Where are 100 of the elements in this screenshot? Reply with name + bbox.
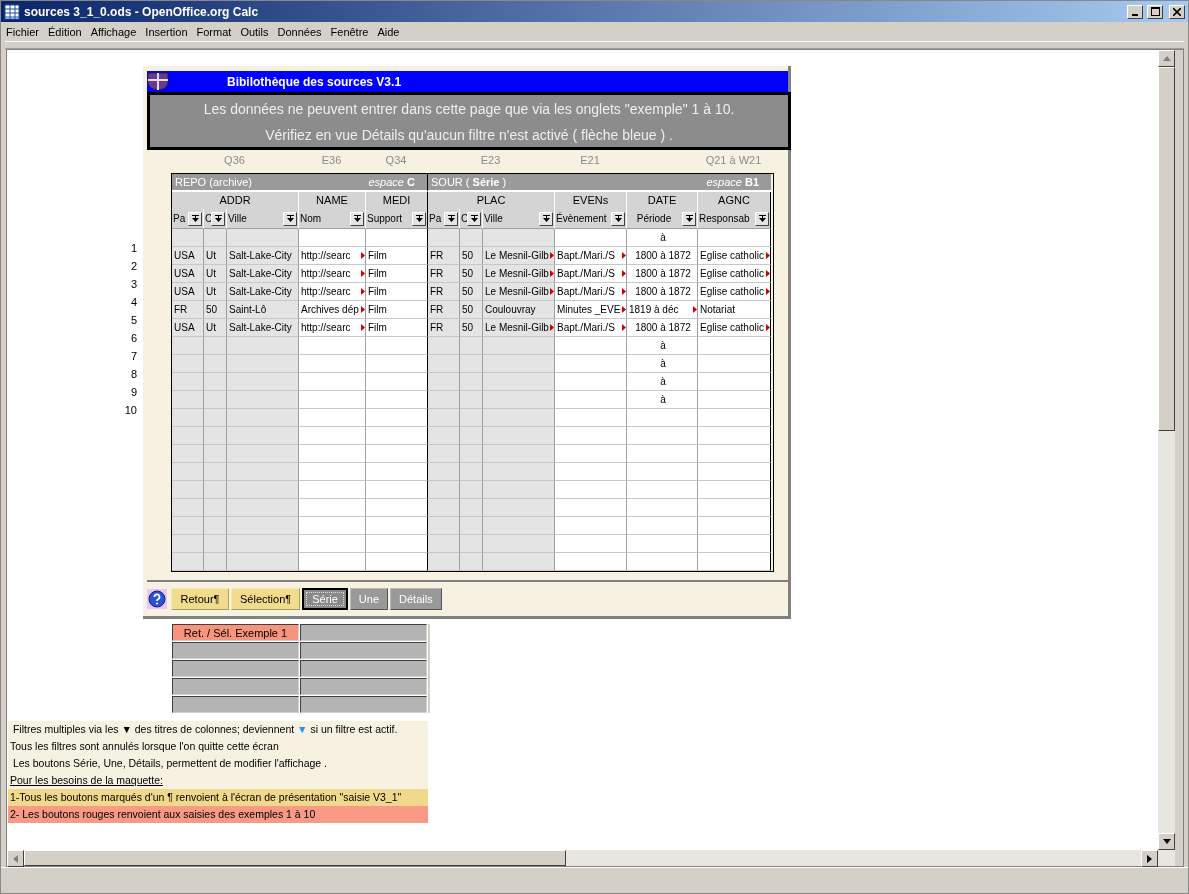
minimize-icon xyxy=(1132,13,1138,16)
cell-text: 50 xyxy=(462,303,474,316)
cell-text: à xyxy=(660,375,666,388)
menu-item[interactable]: Affichage xyxy=(87,25,143,38)
example-button[interactable] xyxy=(300,660,427,678)
cell-text: Salt-Lake-City xyxy=(229,249,292,262)
scrollbar-thumb[interactable] xyxy=(1158,67,1175,432)
up-arrow-icon xyxy=(1162,56,1171,62)
cell-reference-hint: E23 xyxy=(480,154,501,169)
group-header: ADDR xyxy=(172,192,299,210)
cell-text: Le Mesnil-Gilb xyxy=(485,249,549,262)
cell-text: à xyxy=(660,357,666,370)
filter-arrow-icon xyxy=(285,214,295,224)
scroll-up-button[interactable] xyxy=(1158,50,1175,68)
example-button[interactable] xyxy=(172,660,299,678)
cell-text: FR xyxy=(430,303,444,316)
group-header: MEDI xyxy=(366,192,428,210)
message-text: Vérifiez en vue Détails qu'aucun filtre n'est activé ( flèche bleue ) . xyxy=(265,127,673,144)
maximize-icon xyxy=(1150,7,1160,17)
cell-reference-hint: Q36 xyxy=(224,154,245,169)
example-button[interactable]: Ret. / Sél. Exemple 1 xyxy=(172,624,299,642)
menu-item[interactable]: Outils xyxy=(237,25,275,38)
nav-button[interactable]: Sélection¶ xyxy=(231,588,301,611)
scroll-right-button[interactable] xyxy=(1141,850,1158,868)
scroll-left-button[interactable] xyxy=(7,850,24,868)
group-header: DATE xyxy=(627,192,698,210)
right-arrow-icon xyxy=(1147,854,1152,863)
row-number: 3 xyxy=(129,277,138,293)
filter-arrow-icon xyxy=(352,214,362,224)
cell-text: Film xyxy=(368,249,387,262)
cell-reference-hint: E21 xyxy=(580,154,600,169)
example-button[interactable] xyxy=(300,696,427,714)
row-number: 5 xyxy=(129,313,138,329)
filter-button[interactable] xyxy=(539,211,553,226)
example-button[interactable] xyxy=(172,642,299,660)
menu-item[interactable]: Fenêtre xyxy=(327,25,375,38)
menu-item[interactable]: Données xyxy=(274,25,328,38)
cell-text: FR xyxy=(430,267,444,280)
close-button[interactable] xyxy=(1169,4,1185,19)
example-button[interactable] xyxy=(172,696,299,714)
column-header: Pa xyxy=(172,209,204,230)
filter-button[interactable] xyxy=(467,211,481,226)
row-number: 9 xyxy=(129,385,138,401)
filter-arrow-icon xyxy=(613,214,623,224)
cell-text: FR xyxy=(174,303,188,316)
cell-text: Archives dép xyxy=(301,303,359,316)
filter-button[interactable] xyxy=(211,211,225,226)
cell-text: USA xyxy=(174,321,195,334)
filter-button[interactable] xyxy=(755,211,769,226)
menu-item[interactable]: Insertion xyxy=(142,25,194,38)
menu-item[interactable]: Fichier xyxy=(3,25,45,38)
scroll-down-button[interactable] xyxy=(1158,833,1175,851)
filter-button[interactable] xyxy=(444,211,458,226)
cell-text: à xyxy=(660,339,666,352)
column-header: Responsab xyxy=(698,209,771,230)
close-icon xyxy=(1173,7,1181,16)
cell-text: FR xyxy=(430,285,444,298)
help-button[interactable] xyxy=(147,589,167,610)
row-number: 2 xyxy=(129,259,138,275)
example-button[interactable] xyxy=(172,678,299,696)
filter-arrow-icon xyxy=(414,214,424,224)
minimize-button[interactable] xyxy=(1127,4,1143,19)
column-header: Support xyxy=(366,209,428,230)
nav-button[interactable]: Retour¶ xyxy=(171,588,229,611)
cell-text: 50 xyxy=(206,303,218,316)
cell-text: Eglise catholic xyxy=(700,285,764,298)
cell-text: Salt-Lake-City xyxy=(229,267,292,280)
left-arrow-icon xyxy=(13,854,18,863)
cell-text: Bapt./Mari./S xyxy=(557,285,615,298)
column-header: Période xyxy=(627,209,698,230)
cell-text: 1800 à 1872 xyxy=(635,249,691,262)
example-button[interactable] xyxy=(300,642,427,660)
cell-text: Minutes _EVE xyxy=(557,303,621,316)
note-text: 2- Les boutons rouges renvoient aux saisies des exemples 1 à 10 xyxy=(8,806,428,824)
cell-text: http://searc xyxy=(301,321,351,334)
example-button[interactable] xyxy=(300,624,427,642)
filter-button[interactable] xyxy=(188,211,202,226)
cell-text: à xyxy=(660,231,666,244)
example-button[interactable] xyxy=(300,678,427,696)
filter-button[interactable] xyxy=(283,211,297,226)
cell-text: Le Mesnil-Gilb xyxy=(485,267,549,280)
menu-item[interactable]: Aide xyxy=(374,25,406,38)
filter-button[interactable] xyxy=(412,211,426,226)
filter-button[interactable] xyxy=(350,211,364,226)
note-text: Tous les filtres sont annulés lorsque l'on quitte cette écran xyxy=(8,738,428,756)
cell-reference-hint: E36 xyxy=(321,154,342,169)
maximize-button[interactable] xyxy=(1147,4,1163,19)
menu-item[interactable]: Édition xyxy=(45,25,88,38)
menu-item[interactable]: Format xyxy=(193,25,238,38)
cell-text: Salt-Lake-City xyxy=(229,321,292,334)
cell-text: Saint-Lô xyxy=(229,303,267,316)
row-number: 1 xyxy=(129,241,138,257)
filter-button[interactable] xyxy=(611,211,625,226)
scrollbar-thumb[interactable] xyxy=(24,850,566,867)
note-text: Filtres multiples via les ▼ des titres de colonnes; deviennent ▼ si un filtre est actif. xyxy=(8,721,428,739)
cell-text: 1800 à 1872 xyxy=(635,285,691,298)
cell-reference-hint: Q21 à W21 xyxy=(705,154,762,169)
filter-button[interactable] xyxy=(682,211,696,226)
note-text: Les boutons Série, Une, Détails, permettent de modifier l'affichage . xyxy=(8,755,428,773)
cell-text: Bapt./Mari./S xyxy=(557,321,615,334)
